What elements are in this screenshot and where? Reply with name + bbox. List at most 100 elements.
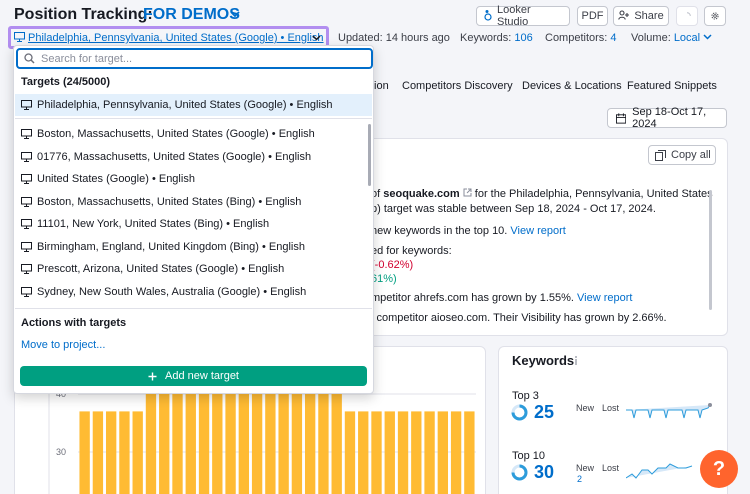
calendar-icon (616, 112, 627, 124)
chart-bar[interactable] (344, 411, 356, 494)
date-range-button[interactable]: Sep 18-Oct 17, 2024 (607, 106, 727, 130)
target-item-label: Boston, Massachusetts, United States (Bi… (37, 195, 302, 208)
target-item[interactable]: Birmingham, England, United Kingdom (Bin… (15, 236, 372, 258)
chart-bar[interactable] (79, 411, 90, 494)
summary-line-3: new keywords in the top 10. View report (371, 225, 566, 237)
top10-lost-label: Lost (602, 463, 620, 473)
chart-bar[interactable] (450, 411, 462, 494)
chevron-down-icon[interactable] (312, 33, 321, 45)
share-button[interactable]: Share (613, 6, 669, 26)
add-new-target-label: Add new target (165, 370, 239, 382)
info-icon[interactable] (572, 356, 580, 369)
chart-bar[interactable] (331, 388, 342, 494)
chart-bar[interactable] (185, 388, 196, 494)
target-item-selected[interactable]: Philadelphia, Pennsylvania, United State… (15, 94, 372, 116)
chart-bar[interactable] (265, 388, 276, 494)
volume-selector[interactable]: Volume: Local (631, 32, 712, 44)
looker-studio-label: Looker Studio (497, 4, 531, 28)
target-item[interactable]: 11101, New York, United States (Bing) • … (15, 213, 372, 235)
chart-bar[interactable] (304, 388, 316, 494)
tab-featured-snippets[interactable]: Featured Snippets (627, 80, 717, 92)
monitor-icon (21, 151, 32, 162)
target-item[interactable]: United States (Google) • English (15, 168, 372, 190)
chart-bar[interactable] (464, 411, 475, 494)
chart-bar[interactable] (159, 388, 170, 494)
chart-bar[interactable] (172, 388, 183, 494)
view-report-link[interactable]: View report (577, 292, 632, 304)
chart-bar[interactable] (424, 411, 435, 494)
top3-value[interactable]: 25 (534, 402, 554, 423)
tab-devices-locations[interactable]: Devices & Locations (522, 80, 622, 92)
chart-bar[interactable] (212, 388, 223, 494)
chart-bar[interactable] (145, 388, 157, 494)
project-selector[interactable]: FOR DEMOS (143, 6, 240, 24)
page-title: Position Tracking: (14, 6, 153, 23)
chart-bar[interactable] (384, 411, 395, 494)
domain-name: seoquake.com (383, 188, 460, 200)
dropdown-scrollbar[interactable] (368, 124, 371, 186)
top10-value[interactable]: 30 (534, 462, 554, 483)
summary-text: mpetitor ahrefs.com has grown by 1.55%. (371, 292, 578, 304)
chevron-down-icon (703, 34, 712, 40)
monitor-icon (21, 219, 32, 229)
chart-bar[interactable] (411, 411, 422, 494)
search-field[interactable] (16, 48, 373, 69)
chart-bar[interactable] (371, 411, 382, 494)
volume-value[interactable]: Local (674, 32, 700, 44)
summary-text: new keywords in the top 10. (371, 225, 511, 237)
monitor-icon (21, 174, 32, 184)
monitor-icon (21, 264, 32, 274)
summary-line-7: mpetitor ahrefs.com has grown by 1.55%. … (371, 292, 632, 304)
add-new-target-button[interactable]: Add new target (20, 366, 367, 386)
target-item-label: 01776, Massachusetts, United States (Goo… (37, 150, 312, 163)
external-link-icon[interactable] (463, 188, 472, 200)
chart-bar[interactable] (105, 411, 117, 494)
competitors-count: Competitors: 4 (545, 32, 617, 44)
chart-bar[interactable] (198, 388, 210, 494)
target-item[interactable]: Boston, Massachusetts, United States (Go… (15, 123, 372, 145)
pdf-button[interactable]: PDF (577, 6, 608, 26)
target-item[interactable]: Boston, Massachusetts, United States (Bi… (15, 191, 372, 213)
chart-bar[interactable] (251, 388, 263, 494)
target-item[interactable]: 01776, Massachusetts, United States (Goo… (15, 146, 372, 168)
target-item-label: Prescott, Arizona, United States (Google… (37, 263, 285, 275)
competitors-value[interactable]: 4 (610, 32, 616, 44)
chart-bar[interactable] (132, 411, 143, 494)
divider (15, 118, 372, 119)
chart-bar[interactable] (225, 388, 236, 494)
monitor-icon (21, 286, 32, 297)
settings-button[interactable] (704, 6, 726, 26)
help-button[interactable]: ? (700, 450, 738, 488)
target-item-label: Boston, Massachusetts, United States (Go… (37, 128, 315, 140)
summary-scrollbar[interactable] (709, 190, 712, 310)
keywords-value[interactable]: 106 (514, 32, 532, 44)
chart-bar[interactable] (278, 388, 289, 494)
tab-competitors-discovery[interactable]: Competitors Discovery (402, 80, 513, 92)
copy-all-button[interactable]: Copy all (648, 145, 716, 165)
top10-new-value[interactable]: 2 (577, 474, 582, 484)
target-item-label: United States (Google) • English (37, 173, 195, 185)
chevron-down-icon[interactable] (230, 9, 240, 22)
search-input[interactable] (41, 52, 341, 65)
target-selector[interactable]: Philadelphia, Pennsylvania, United State… (28, 32, 324, 44)
chart-bar[interactable] (318, 388, 329, 494)
chart-bar[interactable] (397, 411, 409, 494)
search-icon (24, 53, 35, 64)
chart-bar[interactable] (437, 411, 449, 494)
move-to-project-link[interactable]: Move to project... (21, 339, 105, 351)
top10-sparkline (626, 463, 693, 479)
view-report-link[interactable]: View report (510, 225, 565, 237)
top3-label: Top 3 (512, 390, 539, 402)
plus-icon (148, 372, 157, 380)
chart-bar[interactable] (238, 388, 250, 494)
looker-studio-button[interactable]: Looker Studio (476, 4, 570, 28)
target-item[interactable]: Sydney, New South Wales, Australia (Goog… (15, 281, 372, 303)
chart-bar[interactable] (92, 411, 104, 494)
chart-bar[interactable] (358, 411, 369, 494)
chart-bar[interactable] (119, 411, 130, 494)
chart-bar[interactable] (291, 388, 303, 494)
target-item[interactable]: Prescott, Arizona, United States (Google… (15, 258, 372, 280)
copy-icon (655, 149, 666, 161)
top3-new-label: New (576, 403, 595, 413)
actions-heading: Actions with targets (21, 317, 127, 329)
